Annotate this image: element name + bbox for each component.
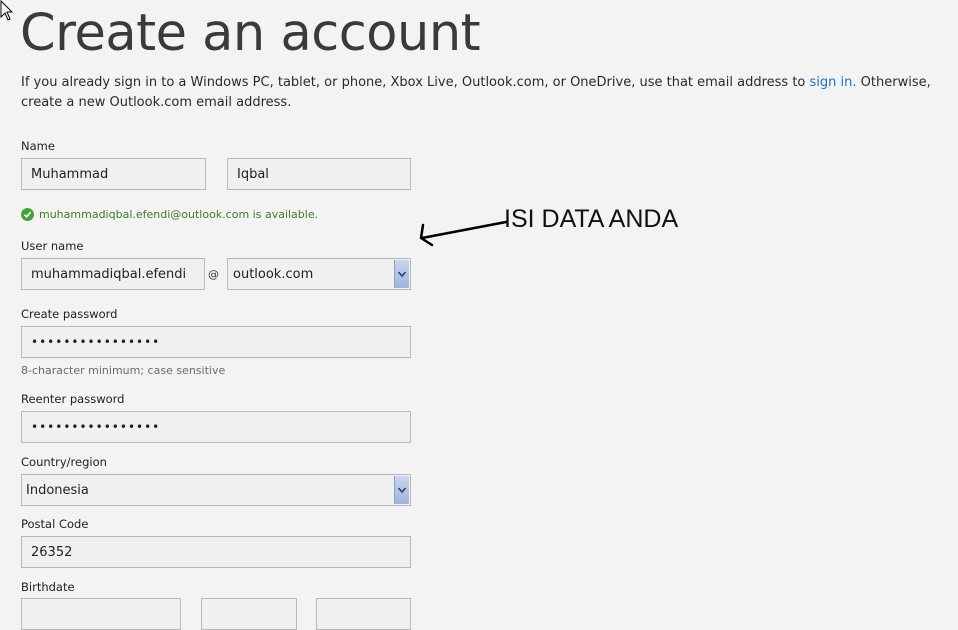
chevron-down-icon[interactable]: [394, 260, 409, 288]
availability-message: muhammadiqbal.efendi@outlook.com is avai…: [21, 208, 318, 221]
reenter-password-label: Reenter password: [21, 392, 125, 406]
postal-code-label: Postal Code: [21, 517, 89, 531]
annotation-text: ISI DATA ANDA: [504, 205, 679, 233]
create-password-label: Create password: [21, 307, 118, 321]
country-select-value: Indonesia: [26, 482, 89, 498]
birth-month-select[interactable]: [21, 598, 181, 630]
intro-text-before: If you already sign in to a Windows PC, …: [21, 75, 810, 90]
password-field[interactable]: ••••••••••••••••: [21, 326, 411, 358]
birth-day-select[interactable]: [201, 598, 297, 630]
at-sign: @: [208, 268, 219, 281]
birthdate-label: Birthdate: [21, 580, 75, 594]
sign-in-link[interactable]: sign in.: [810, 75, 857, 90]
country-select[interactable]: Indonesia: [21, 474, 411, 506]
postal-code-field[interactable]: 26352: [21, 536, 411, 568]
domain-select[interactable]: outlook.com: [227, 258, 411, 290]
username-field[interactable]: muhammadiqbal.efendi: [21, 258, 205, 290]
check-icon: [21, 208, 34, 221]
domain-select-value: outlook.com: [233, 266, 314, 282]
availability-text: muhammadiqbal.efendi@outlook.com is avai…: [39, 208, 319, 221]
birth-year-select[interactable]: [316, 598, 411, 630]
name-label: Name: [21, 139, 55, 153]
chevron-down-icon[interactable]: [394, 476, 409, 504]
page-title: Create an account: [20, 4, 481, 63]
intro-text: If you already sign in to a Windows PC, …: [21, 73, 931, 113]
annotation-arrow-icon: [419, 220, 508, 247]
country-label: Country/region: [21, 455, 107, 469]
reenter-password-field[interactable]: ••••••••••••••••: [21, 411, 411, 443]
first-name-field[interactable]: Muhammad: [21, 158, 206, 190]
mouse-cursor-icon: [0, 0, 14, 21]
last-name-field[interactable]: Iqbal: [227, 158, 411, 190]
username-label: User name: [21, 239, 84, 253]
password-hint: 8-character minimum; case sensitive: [21, 364, 226, 377]
